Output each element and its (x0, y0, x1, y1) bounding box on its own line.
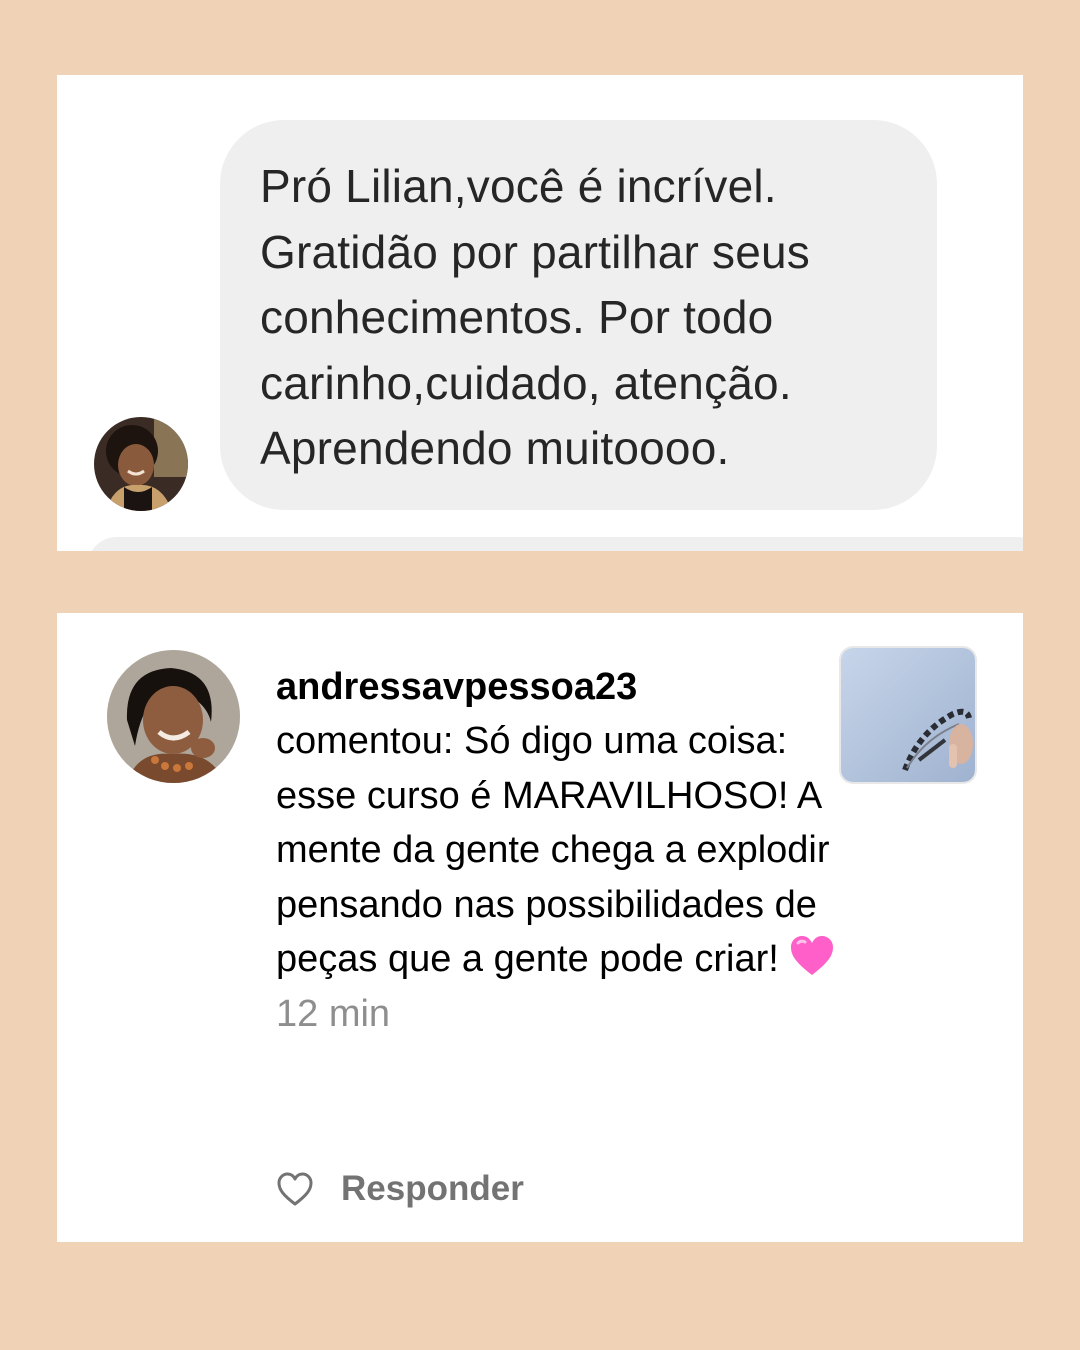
pink-heart-emoji-icon (791, 936, 834, 975)
comment-text: comentou: Só digo uma coisa: esse curso … (276, 720, 830, 980)
commenter-username[interactable]: andressavpessoa23 (276, 663, 637, 711)
message-bubble[interactable]: Pró Lilian,você é incrível. Gratidão por… (220, 120, 937, 510)
comment-time: 12 min (276, 992, 391, 1035)
heart-outline-icon[interactable] (276, 1171, 314, 1207)
post-thumbnail[interactable] (841, 648, 975, 782)
commenter-avatar[interactable] (107, 650, 240, 783)
reply-button[interactable]: Responder (341, 1169, 524, 1209)
comment-card: andressavpessoa23 comentou: Só digo uma … (57, 613, 1023, 1242)
profile-photo-icon (107, 650, 240, 783)
comment-actions: Responder (276, 1166, 524, 1212)
message-text: Pró Lilian,você é incrível. Gratidão por… (260, 160, 811, 474)
comment-text-block: comentou: Só digo uma coisa: esse curso … (276, 714, 836, 1041)
post-thumbnail-icon (841, 648, 975, 782)
message-card: Pró Lilian,você é incrível. Gratidão por… (57, 75, 1023, 551)
next-message-bubble (87, 537, 1023, 551)
sender-avatar[interactable] (94, 417, 188, 511)
profile-photo-icon (94, 417, 188, 511)
